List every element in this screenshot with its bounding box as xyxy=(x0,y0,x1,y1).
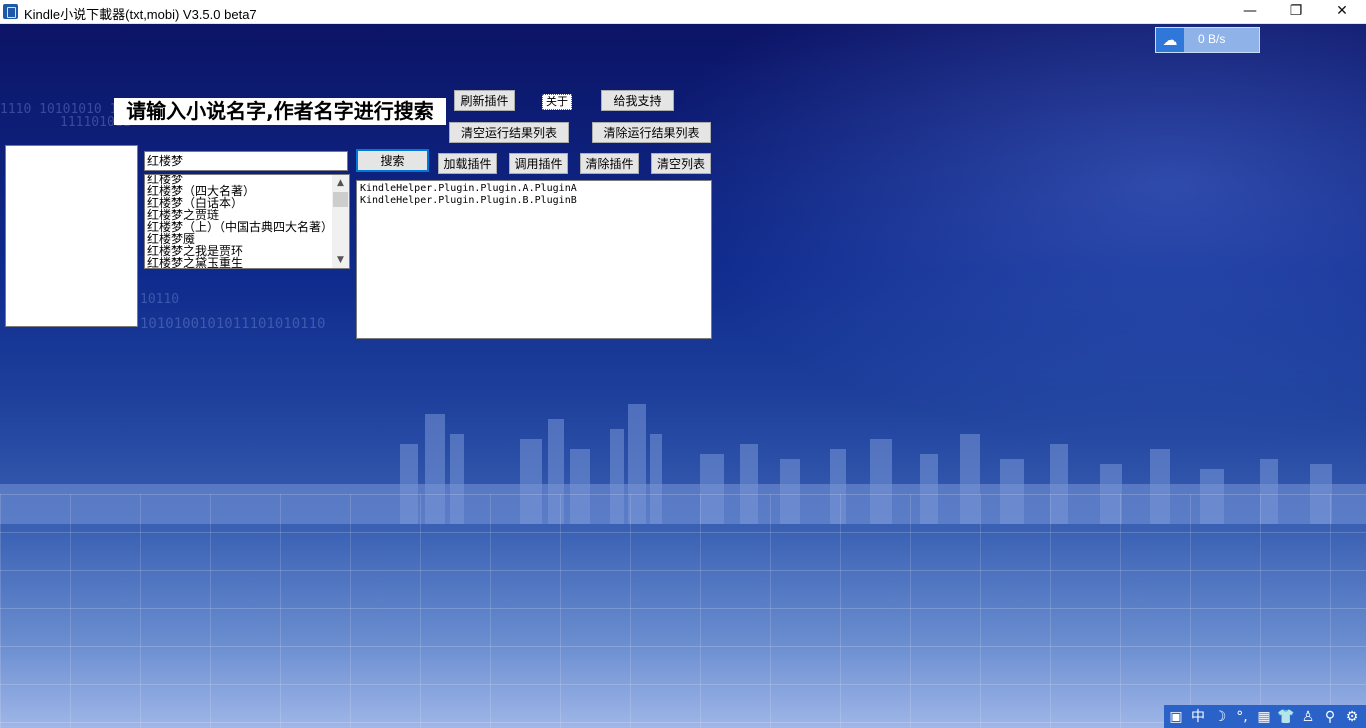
background-binary-text: 1010100101011101010110 xyxy=(140,316,326,332)
minimize-button[interactable]: — xyxy=(1227,0,1273,23)
keyboard-icon[interactable]: ▦ xyxy=(1254,707,1274,727)
maximize-button[interactable]: ❐ xyxy=(1273,0,1319,23)
settings-icon[interactable]: ⚙ xyxy=(1342,707,1362,727)
network-speed-widget[interactable]: ☁ 0 B/s xyxy=(1155,27,1260,53)
call-plugin-button[interactable]: 调用插件 xyxy=(509,153,568,174)
search-prompt-label: 请输入小说名字,作者名字进行搜索 xyxy=(114,98,446,125)
search-icon[interactable]: ⚲ xyxy=(1320,707,1340,727)
results-scrollbar[interactable]: ▲ ▼ xyxy=(332,175,349,268)
ime-toolbar[interactable]: ▣ 中 ☽ °, ▦ 👕 ♙ ⚲ ⚙ xyxy=(1164,705,1366,728)
plugin-list[interactable]: KindleHelper.Plugin.Plugin.A.PluginA Kin… xyxy=(356,180,712,339)
app-icon xyxy=(3,4,18,19)
cloud-icon: ☁ xyxy=(1156,28,1184,52)
scroll-down-icon[interactable]: ▼ xyxy=(332,252,349,268)
user-icon[interactable]: ♙ xyxy=(1298,707,1318,727)
scroll-thumb[interactable] xyxy=(333,192,348,207)
load-plugin-button[interactable]: 加载插件 xyxy=(438,153,497,174)
remove-plugin-button[interactable]: 清除插件 xyxy=(580,153,639,174)
chinese-mode-icon[interactable]: 中 xyxy=(1188,707,1208,727)
list-item[interactable]: KindleHelper.Plugin.Plugin.B.PluginB xyxy=(360,195,708,207)
network-speed-text: 0 B/s xyxy=(1198,32,1226,46)
window-title: Kindle小说下載器(txt,mobi) V3.5.0 beta7 xyxy=(24,7,257,22)
list-item[interactable]: 红楼梦之黛玉重生 xyxy=(145,257,333,268)
search-input[interactable]: 红楼梦 xyxy=(144,151,348,171)
scroll-up-icon[interactable]: ▲ xyxy=(332,175,349,191)
background-binary-text: 10110 xyxy=(140,292,180,307)
punctuation-icon[interactable]: °, xyxy=(1232,707,1252,727)
support-button[interactable]: 给我支持 xyxy=(601,90,674,111)
search-results-list[interactable]: 红楼梦 红楼梦（四大名著） 红楼梦（白话本） 红楼梦之贾琏 红楼梦（上）（中国古… xyxy=(144,174,350,269)
clear-results-button[interactable]: 清空运行结果列表 xyxy=(449,122,569,143)
title-bar: Kindle小说下載器(txt,mobi) V3.5.0 beta7 — ❐ ✕ xyxy=(0,0,1366,24)
moon-icon[interactable]: ☽ xyxy=(1210,707,1230,727)
grid-floor xyxy=(0,494,1366,728)
ime-logo-icon[interactable]: ▣ xyxy=(1166,707,1186,727)
search-button[interactable]: 搜索 xyxy=(356,149,429,172)
refresh-plugins-button[interactable]: 刷新插件 xyxy=(454,90,515,111)
remove-results-button[interactable]: 清除运行结果列表 xyxy=(592,122,711,143)
skin-icon[interactable]: 👕 xyxy=(1276,707,1296,727)
list-item[interactable]: KindleHelper.Plugin.Plugin.A.PluginA xyxy=(360,183,708,195)
about-link[interactable]: 关于 xyxy=(542,94,572,110)
clear-list-button[interactable]: 清空列表 xyxy=(651,153,711,174)
close-button[interactable]: ✕ xyxy=(1319,0,1365,23)
cover-preview-panel xyxy=(5,145,138,327)
